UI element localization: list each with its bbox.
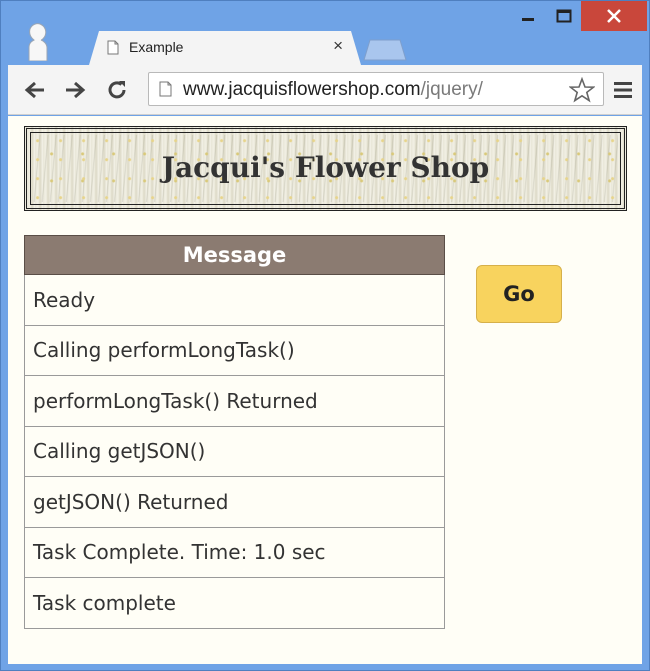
- table-row: Calling performLongTask(): [24, 324, 445, 376]
- table-row: getJSON() Returned: [24, 476, 445, 528]
- url-path: /jquery/: [420, 79, 483, 100]
- message-cell: Calling performLongTask(): [24, 324, 445, 376]
- tab-close-icon[interactable]: ×: [333, 36, 343, 56]
- arrow-left-icon: [24, 81, 44, 99]
- message-cell: Task Complete. Time: 1.0 sec: [24, 526, 445, 578]
- message-table: Message Ready Calling performLongTask() …: [24, 235, 445, 629]
- page-content: Jacqui's Flower Shop Message Ready Calli…: [8, 116, 642, 664]
- message-cell: performLongTask() Returned: [24, 375, 445, 427]
- message-cell: getJSON() Returned: [24, 476, 445, 528]
- browser-tab[interactable]: Example ×: [89, 31, 361, 65]
- hamburger-menu-icon[interactable]: [612, 79, 634, 101]
- address-bar[interactable]: www.jacquisflowershop.com/jquery/: [148, 72, 604, 106]
- reload-button[interactable]: [104, 77, 130, 103]
- table-row: performLongTask() Returned: [24, 375, 445, 427]
- table-row: Ready: [24, 274, 445, 326]
- url-text[interactable]: www.jacquisflowershop.com/jquery/: [183, 79, 483, 101]
- table-row: Calling getJSON(): [24, 425, 445, 477]
- new-tab-button[interactable]: [363, 39, 407, 61]
- go-button[interactable]: Go: [476, 265, 562, 323]
- reload-icon: [108, 81, 126, 99]
- browser-toolbar: www.jacquisflowershop.com/jquery/: [8, 65, 642, 115]
- back-button[interactable]: [22, 77, 48, 103]
- table-header-row: Message: [24, 235, 445, 275]
- star-icon[interactable]: [569, 77, 595, 103]
- table-row: Task Complete. Time: 1.0 sec: [24, 526, 445, 578]
- arrow-right-icon: [66, 81, 86, 99]
- page-icon: [107, 40, 119, 55]
- forward-button[interactable]: [62, 77, 88, 103]
- url-host: www.jacquisflowershop.com: [183, 79, 421, 100]
- shop-header-banner: Jacqui's Flower Shop: [24, 126, 627, 211]
- message-cell: Calling getJSON(): [24, 425, 445, 477]
- table-header-message: Message: [24, 235, 445, 275]
- minimize-icon: [522, 18, 534, 21]
- page-icon: [159, 81, 172, 97]
- profile-avatar-icon[interactable]: [25, 23, 51, 61]
- close-icon: [607, 9, 621, 23]
- table-row: Task complete: [24, 577, 445, 629]
- minimize-button[interactable]: [509, 1, 547, 31]
- maximize-button[interactable]: [547, 1, 581, 31]
- page-title: Jacqui's Flower Shop: [161, 151, 490, 184]
- maximize-icon: [556, 9, 572, 23]
- close-window-button[interactable]: [581, 1, 647, 31]
- message-cell: Task complete: [24, 577, 445, 629]
- browser-window: Example × www.jacquisflowershop.com/jque…: [0, 0, 650, 671]
- message-cell: Ready: [24, 274, 445, 326]
- tab-title: Example: [129, 39, 184, 55]
